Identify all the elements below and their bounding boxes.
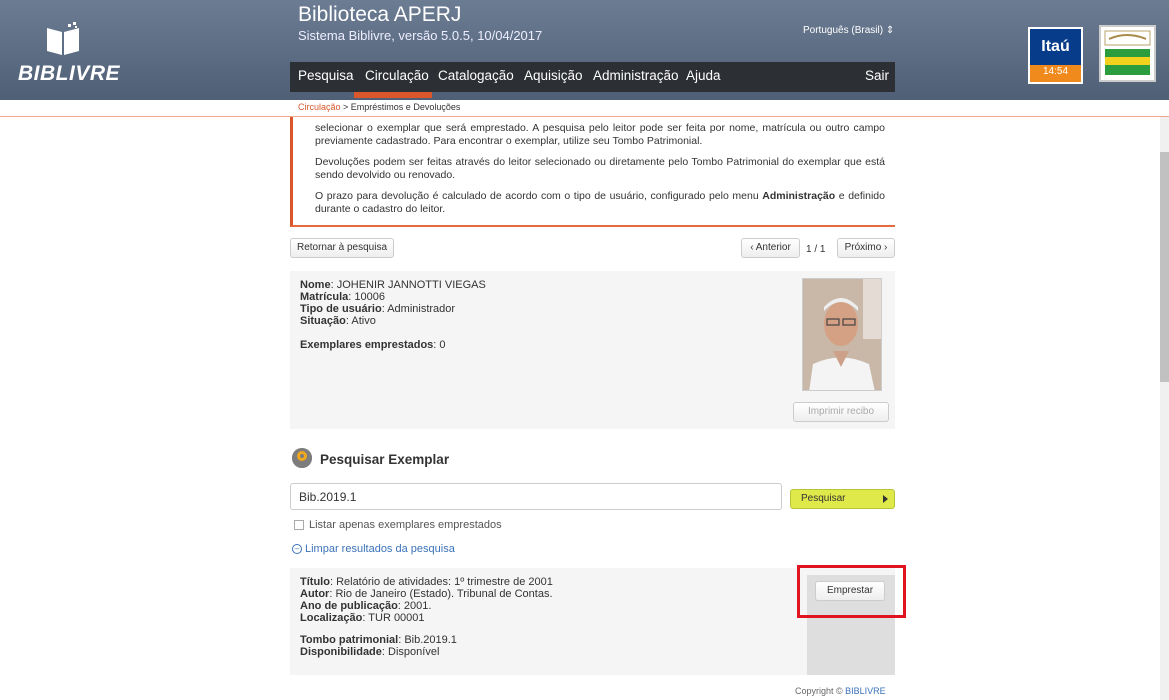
menu-item-circulacao[interactable]: Circulação — [365, 68, 429, 83]
author-row: Autor: Rio de Janeiro (Estado). Tribunal… — [300, 588, 553, 600]
pager-count: 1 / 1 — [806, 244, 826, 255]
brasil-cultura-badge — [1099, 25, 1156, 82]
scrollbar-thumb[interactable] — [1160, 152, 1169, 382]
menu-item-aquisicao[interactable]: Aquisição — [524, 68, 583, 83]
logo-text: BIBLIVRE — [18, 62, 121, 85]
copyright-text: Copyright © — [795, 686, 846, 696]
biblivre-logo[interactable]: BIBLIVRE — [18, 22, 120, 85]
location-row: Localização: TUR 00001 — [300, 612, 425, 624]
help-text-bold: Administração — [762, 190, 836, 202]
clock-time: 14:54 — [1042, 66, 1069, 77]
menu-item-catalogacao[interactable]: Catalogação — [438, 68, 514, 83]
reader-type: Administrador — [387, 303, 456, 315]
title-row: Título: Relatório de atividades: 1º trim… — [300, 576, 553, 588]
logout-link[interactable]: Sair — [865, 68, 889, 83]
list-borrowed-label[interactable]: Listar apenas exemplares emprestados — [309, 519, 502, 531]
breadcrumb-link-circulacao[interactable]: Circulação — [298, 102, 341, 112]
copyright-brand[interactable]: BIBLIVRE — [845, 686, 886, 696]
previous-button[interactable]: ‹ Anterior — [741, 238, 800, 258]
system-subtitle: Sistema Biblivre, versão 5.0.5, 10/04/20… — [298, 28, 543, 43]
copyright: Copyright © BIBLIVRE — [795, 686, 886, 696]
reader-matricula: 10006 — [354, 291, 386, 303]
minus-circle-icon[interactable]: – — [292, 544, 302, 554]
field-label: Nome — [300, 279, 331, 291]
person-photo-icon — [803, 279, 881, 390]
field-label: Localização — [300, 612, 363, 624]
search-button[interactable]: Pesquisar — [790, 489, 895, 509]
search-button-label: Pesquisar — [801, 493, 846, 504]
print-receipt-button[interactable]: Imprimir recibo — [793, 402, 889, 422]
help-info-box: selecionar o exemplar que será emprestad… — [290, 117, 895, 227]
exemplar-details: Título: Relatório de atividades: 1º trim… — [300, 576, 553, 658]
pin-icon-svg — [292, 448, 312, 468]
itau-label: Itaú — [1030, 29, 1081, 65]
back-to-search-button[interactable]: Retornar à pesquisa — [290, 238, 394, 258]
reader-photo — [802, 278, 882, 391]
exemplar-availability: Disponível — [388, 646, 440, 658]
location-pin-icon — [292, 448, 312, 468]
language-label: Português (Brasil) — [803, 25, 884, 36]
help-paragraph-3: O prazo para devolução é calculado de ac… — [315, 190, 885, 216]
field-label: Tipo de usuário — [300, 303, 382, 315]
reader-details: Nome: JOHENIR JANNOTTI VIEGAS Matrícula:… — [300, 279, 486, 351]
book-icon — [47, 22, 79, 55]
main-menu: Pesquisa Circulação Catalogação Aquisiçã… — [290, 62, 895, 92]
exemplar-tombo: Bib.2019.1 — [404, 634, 457, 646]
highlight-box — [797, 565, 906, 618]
field-label: Situação — [300, 315, 346, 327]
exemplar-year: 2001. — [403, 600, 432, 612]
next-button[interactable]: Próximo › — [837, 238, 895, 258]
help-paragraph-1: selecionar o exemplar que será emprestad… — [315, 122, 885, 147]
list-borrowed-checkbox[interactable] — [294, 520, 304, 530]
help-text: O prazo para devolução é calculado de ac… — [315, 190, 763, 202]
menu-item-pesquisa[interactable]: Pesquisa — [298, 68, 354, 83]
clear-results-link[interactable]: Limpar resultados da pesquisa — [305, 543, 455, 555]
system-title: Biblioteca APERJ — [298, 3, 462, 26]
availability-row: Disponibilidade: Disponível — [300, 646, 440, 658]
reader-matricula-row: Matrícula: 10006 — [300, 291, 386, 303]
reader-loan-count: 0 — [439, 339, 446, 351]
exemplar-title: Relatório de atividades: 1º trimestre de… — [336, 576, 553, 588]
reader-loans-row: Exemplares emprestados: 0 — [300, 339, 446, 351]
breadcrumb: Circulação > Empréstimos e Devoluções — [298, 102, 460, 112]
help-paragraph-2: Devoluções podem ser feitas através do l… — [315, 156, 885, 181]
breadcrumb-current: Empréstimos e Devoluções — [350, 102, 461, 112]
brasil-cultura-emblem-icon — [1104, 30, 1151, 75]
exemplar-location: TUR 00001 — [368, 612, 425, 624]
field-label: Matrícula — [300, 291, 349, 303]
field-label: Ano de publicação — [300, 600, 398, 612]
exemplar-search-input[interactable]: Bib.2019.1 — [290, 483, 782, 510]
field-label: Tombo patrimonial — [300, 634, 399, 646]
arrow-right-icon — [883, 495, 888, 503]
reader-type-row: Tipo de usuário: Administrador — [300, 303, 456, 315]
field-label: Autor — [300, 588, 330, 600]
chevron-updown-icon: ⇕ — [885, 25, 895, 36]
tombo-row: Tombo patrimonial: Bib.2019.1 — [300, 634, 457, 646]
reader-name-row: Nome: JOHENIR JANNOTTI VIEGAS — [300, 279, 486, 291]
field-label: Disponibilidade — [300, 646, 382, 658]
menu-item-ajuda[interactable]: Ajuda — [686, 68, 721, 83]
reader-status-row: Situação: Ativo — [300, 315, 376, 327]
section-title-search: Pesquisar Exemplar — [320, 452, 450, 467]
field-label: Exemplares emprestados — [300, 339, 434, 351]
reader-name: JOHENIR JANNOTTI VIEGAS — [336, 279, 486, 291]
itau-logo: Itaú 14:54 — [1028, 27, 1083, 84]
language-select[interactable]: Português (Brasil) ⇕ — [803, 25, 894, 36]
active-menu-indicator — [354, 92, 432, 98]
exemplar-author: Rio de Janeiro (Estado). Tribunal de Con… — [335, 588, 553, 600]
breadcrumb-bar — [0, 100, 1169, 117]
reader-status: Ativo — [351, 315, 376, 327]
menu-item-administracao[interactable]: Administração — [593, 68, 679, 83]
field-label: Título — [300, 576, 330, 588]
year-row: Ano de publicação: 2001. — [300, 600, 432, 612]
breadcrumb-separator: > — [340, 102, 351, 112]
reader-card: Nome: JOHENIR JANNOTTI VIEGAS Matrícula:… — [290, 271, 895, 429]
